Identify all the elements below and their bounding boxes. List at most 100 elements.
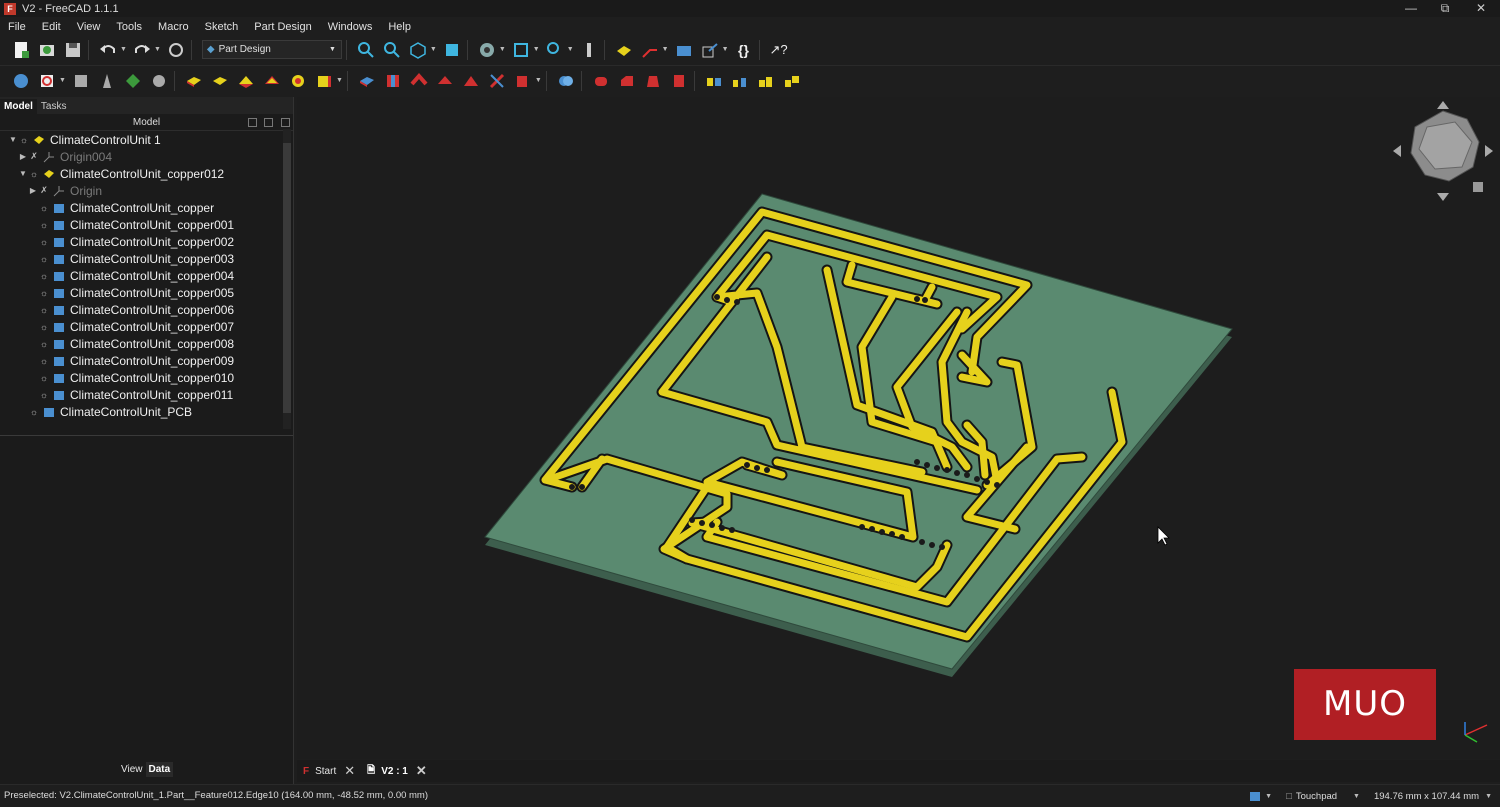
- navigation-style[interactable]: Touchpad: [1296, 791, 1337, 802]
- fillet-icon[interactable]: [590, 70, 612, 92]
- menu-file[interactable]: File: [0, 21, 34, 33]
- expand-arrow-icon[interactable]: ▼: [18, 169, 28, 178]
- tree-item[interactable]: ▼ ☼ ClimateControlUnit 1: [8, 131, 161, 148]
- measure-icon[interactable]: [544, 39, 566, 61]
- create-sketch-icon[interactable]: [36, 70, 58, 92]
- tree-item[interactable]: ☼ ClimateControlUnit_copper007: [38, 318, 234, 335]
- hidden-icon[interactable]: ✗: [28, 151, 40, 162]
- pad-icon[interactable]: [183, 70, 205, 92]
- sync-icon[interactable]: [281, 118, 290, 127]
- tree-item[interactable]: ☼ ClimateControlUnit_copper003: [38, 250, 234, 267]
- visibility-icon[interactable]: ☼: [38, 237, 50, 247]
- expand-icon[interactable]: [264, 118, 273, 127]
- create-body-icon[interactable]: [613, 39, 635, 61]
- draft-icon[interactable]: [642, 70, 664, 92]
- 3d-viewport[interactable]: [297, 97, 1500, 759]
- shape-binder-icon[interactable]: [122, 70, 144, 92]
- chevron-down-icon[interactable]: ▼: [1265, 793, 1272, 800]
- tab-v2[interactable]: 🗎 V2 : 1 ✕: [361, 761, 433, 781]
- tree-item[interactable]: ☼ ClimateControlUnit_copper005: [38, 284, 234, 301]
- draw-style-icon[interactable]: [476, 39, 498, 61]
- menu-macro[interactable]: Macro: [150, 21, 197, 33]
- revolution-icon[interactable]: [209, 70, 231, 92]
- tree-item[interactable]: ☼ ClimateControlUnit_copper010: [38, 369, 234, 386]
- navigation-cube[interactable]: [1393, 101, 1493, 201]
- collapse-icon[interactable]: [248, 118, 257, 127]
- expand-arrow-icon[interactable]: ▼: [8, 135, 18, 144]
- menu-part-design[interactable]: Part Design: [246, 21, 319, 33]
- new-file-icon[interactable]: [10, 39, 32, 61]
- datum-icon[interactable]: [639, 39, 661, 61]
- refresh-icon[interactable]: [165, 39, 187, 61]
- zoom-selection-icon[interactable]: [381, 39, 403, 61]
- visibility-icon[interactable]: ☼: [38, 339, 50, 349]
- export-icon[interactable]: [699, 39, 721, 61]
- menu-help[interactable]: Help: [380, 21, 419, 33]
- tree-item[interactable]: ☼ ClimateControlUnit_copper011: [38, 386, 233, 403]
- additive-loft-icon[interactable]: [235, 70, 257, 92]
- tree-item[interactable]: ☼ ClimateControlUnit_copper002: [38, 233, 234, 250]
- menu-view[interactable]: View: [69, 21, 109, 33]
- tab-model[interactable]: Model: [0, 99, 37, 114]
- groove-icon[interactable]: [408, 70, 430, 92]
- visibility-icon[interactable]: ☼: [38, 356, 50, 366]
- menu-sketch[interactable]: Sketch: [197, 21, 247, 33]
- chamfer-icon[interactable]: [616, 70, 638, 92]
- validate-sketch-icon[interactable]: [70, 70, 92, 92]
- view-mode-icon[interactable]: [1250, 791, 1261, 801]
- tab-view[interactable]: View: [118, 762, 146, 777]
- tree-scrollbar[interactable]: [283, 129, 291, 429]
- mirrored-icon[interactable]: [703, 70, 725, 92]
- subtractive-pipe-icon[interactable]: [460, 70, 482, 92]
- redo-icon[interactable]: [131, 39, 153, 61]
- tree-item[interactable]: ▼ ☼ ClimateControlUnit_copper012: [18, 165, 224, 182]
- selection-filter-icon[interactable]: [510, 39, 532, 61]
- subtractive-helix-icon[interactable]: [486, 70, 508, 92]
- visibility-icon[interactable]: ☼: [38, 203, 50, 213]
- whats-this-icon[interactable]: ↗?: [768, 39, 790, 61]
- tree-item[interactable]: ▶ ✗ Origin: [28, 182, 102, 199]
- minimize-icon[interactable]: —: [1394, 0, 1428, 17]
- tab-data[interactable]: Data: [145, 762, 174, 777]
- undo-icon[interactable]: [97, 39, 119, 61]
- visibility-icon[interactable]: ☼: [38, 288, 50, 298]
- ruler-icon[interactable]: [578, 39, 600, 61]
- subtractive-loft-icon[interactable]: [434, 70, 456, 92]
- boolean-icon[interactable]: [555, 70, 577, 92]
- tree-item[interactable]: ☼ ClimateControlUnit_copper008: [38, 335, 234, 352]
- tree-item[interactable]: ▶ ✗ Origin004: [18, 148, 112, 165]
- polar-pattern-icon[interactable]: [755, 70, 777, 92]
- visibility-icon[interactable]: ☼: [38, 322, 50, 332]
- folder-icon[interactable]: [673, 39, 695, 61]
- menu-edit[interactable]: Edit: [34, 21, 69, 33]
- visibility-icon[interactable]: ☼: [38, 271, 50, 281]
- linear-pattern-icon[interactable]: [729, 70, 751, 92]
- create-part-icon[interactable]: [10, 70, 32, 92]
- multi-transform-icon[interactable]: [781, 70, 803, 92]
- zoom-fit-icon[interactable]: [355, 39, 377, 61]
- pcb-model[interactable]: [297, 97, 1500, 759]
- menu-tools[interactable]: Tools: [108, 21, 150, 33]
- pocket-icon[interactable]: [356, 70, 378, 92]
- expand-arrow-icon[interactable]: ▶: [18, 152, 28, 161]
- save-icon[interactable]: [62, 39, 84, 61]
- visibility-icon[interactable]: ☼: [38, 305, 50, 315]
- hidden-icon[interactable]: ✗: [38, 185, 50, 196]
- visibility-icon[interactable]: ☼: [18, 135, 30, 145]
- additive-pipe-icon[interactable]: [261, 70, 283, 92]
- sub-shape-binder-icon[interactable]: [148, 70, 170, 92]
- subtractive-primitive-icon[interactable]: [512, 70, 534, 92]
- close-icon[interactable]: ✕: [1464, 0, 1498, 17]
- additive-helix-icon[interactable]: [287, 70, 309, 92]
- align-view-icon[interactable]: [441, 39, 463, 61]
- tree-item[interactable]: ☼ ClimateControlUnit_copper: [38, 199, 214, 216]
- visibility-icon[interactable]: ☼: [38, 390, 50, 400]
- close-tab-icon[interactable]: ✕: [344, 763, 355, 779]
- tree-item[interactable]: ☼ ClimateControlUnit_copper009: [38, 352, 234, 369]
- chevron-down-icon[interactable]: ▼: [1485, 793, 1492, 800]
- chevron-down-icon[interactable]: ▼: [1353, 793, 1360, 800]
- tree-item[interactable]: ☼ ClimateControlUnit_copper004: [38, 267, 234, 284]
- close-tab-icon[interactable]: ✕: [416, 763, 427, 779]
- hole-icon[interactable]: [382, 70, 404, 92]
- tree-item[interactable]: ☼ ClimateControlUnit_PCB: [28, 403, 192, 420]
